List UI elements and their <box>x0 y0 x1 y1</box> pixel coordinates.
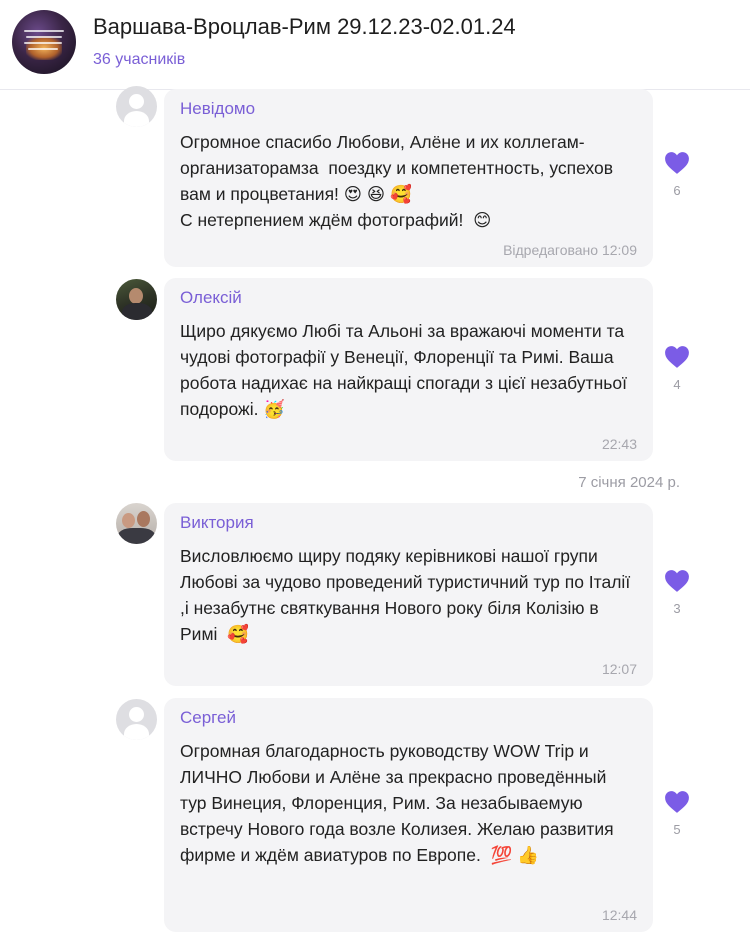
reaction[interactable]: 5 <box>662 790 692 837</box>
heart-icon <box>665 152 689 174</box>
sender-name[interactable]: Олексій <box>180 288 637 308</box>
avatar[interactable] <box>116 503 157 544</box>
chat-header: Варшава-Вроцлав-Рим 29.12.23-02.01.24 36… <box>0 0 750 90</box>
message-feed[interactable]: Невідомо Огромное спасибо Любови, Алёне … <box>0 86 750 944</box>
avatar[interactable] <box>116 279 157 320</box>
message-time: 12:44 <box>601 907 637 923</box>
avatar[interactable] <box>116 86 157 127</box>
message-bubble[interactable]: Виктория Висловлюємо щиру подяку керівни… <box>164 503 653 686</box>
heart-icon <box>665 346 689 368</box>
sender-name[interactable]: Сергей <box>180 708 637 728</box>
sender-name[interactable]: Невідомо <box>180 99 637 119</box>
avatar[interactable] <box>116 699 157 740</box>
reaction[interactable]: 3 <box>662 569 692 616</box>
reaction[interactable]: 6 <box>662 151 692 198</box>
date-separator: 7 січня 2024 р. <box>578 474 680 491</box>
reaction[interactable]: 4 <box>662 345 692 392</box>
message-bubble[interactable]: Сергей Огромная благодарность руководств… <box>164 698 653 932</box>
heart-icon <box>665 570 689 592</box>
message-time: Відредаговано 12:09 <box>503 242 637 258</box>
message-time: 12:07 <box>601 661 637 677</box>
group-avatar[interactable] <box>12 10 76 74</box>
message-bubble[interactable]: Олексій Щиро дякуємо Любі та Альоні за в… <box>164 278 653 461</box>
message-text: Огромная благодарность руководству WOW T… <box>180 741 619 865</box>
message-time: 22:43 <box>601 436 637 452</box>
message-text: Висловлюємо щиру подяку керівникові нашо… <box>180 546 636 644</box>
heart-icon <box>665 791 689 813</box>
message-bubble[interactable]: Невідомо Огромное спасибо Любови, Алёне … <box>164 89 653 267</box>
reaction-count: 4 <box>673 377 681 392</box>
reaction-count: 6 <box>673 183 681 198</box>
group-title[interactable]: Варшава-Вроцлав-Рим 29.12.23-02.01.24 <box>93 14 516 40</box>
message-text: Щиро дякуємо Любі та Альоні за вражаючі … <box>180 321 632 419</box>
message-text: Огромное спасибо Любови, Алёне и их колл… <box>180 132 614 230</box>
members-count[interactable]: 36 учасників <box>93 51 185 69</box>
reaction-count: 5 <box>673 822 681 837</box>
reaction-count: 3 <box>673 601 681 616</box>
sender-name[interactable]: Виктория <box>180 513 637 533</box>
